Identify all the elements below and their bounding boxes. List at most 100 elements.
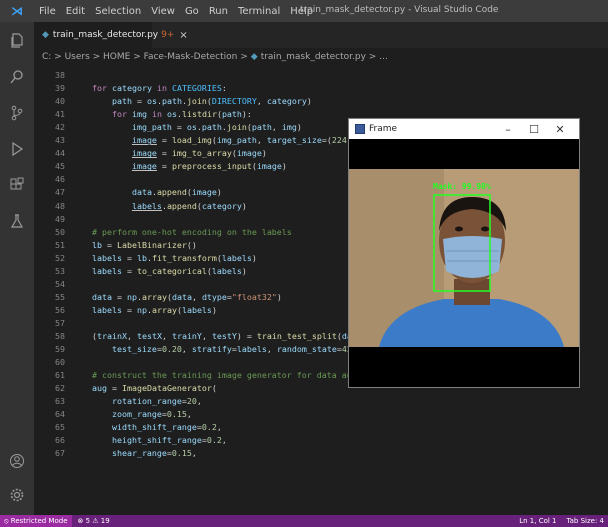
frame-title-bar[interactable]: Frame – ☐ ✕ <box>349 119 579 139</box>
menu-go[interactable]: Go <box>180 6 204 17</box>
code-text: image = img_to_array(image) <box>72 147 267 160</box>
problems-indicator[interactable]: ⊗ 5 ⚠ 19 <box>78 517 110 525</box>
restricted-mode-indicator[interactable]: ⦸ Restricted Mode <box>0 515 72 527</box>
line-number: 52 <box>55 252 65 263</box>
code-token: , <box>256 135 267 146</box>
menu-file[interactable]: File <box>34 6 61 17</box>
code-token: np <box>126 291 137 302</box>
code-token: path <box>201 122 222 133</box>
code-token: = <box>156 161 172 172</box>
code-line[interactable]: 39 for category in CATEGORIES: <box>34 82 608 95</box>
testing-flask-icon[interactable] <box>0 206 34 236</box>
code-text: test_size=0.20, stratify=labels, random_… <box>72 343 357 356</box>
account-icon[interactable] <box>0 446 34 476</box>
code-line[interactable]: 64 zoom_range=0.15, <box>34 408 608 421</box>
code-text: lb = LabelBinarizer() <box>72 239 197 252</box>
minimize-icon[interactable]: – <box>495 123 521 136</box>
code-token: os <box>166 109 177 120</box>
menu-edit[interactable]: Edit <box>61 6 90 17</box>
code-text: image = load_img(img_path, target_size=(… <box>72 134 382 147</box>
code-token: : <box>221 83 227 94</box>
code-token: os <box>186 122 197 133</box>
code-line[interactable]: 38 <box>34 69 608 82</box>
source-control-icon[interactable] <box>0 98 34 128</box>
code-token: for <box>91 83 107 94</box>
menu-view[interactable]: View <box>146 6 180 17</box>
code-token: labels <box>91 304 122 315</box>
cursor-position[interactable]: Ln 1, Col 1 <box>519 517 556 525</box>
menu-selection[interactable]: Selection <box>90 6 146 17</box>
tab-close-icon[interactable]: × <box>179 30 187 41</box>
code-text: shear_range=0.15, <box>72 447 197 460</box>
run-debug-icon[interactable] <box>0 134 34 164</box>
tab-train-mask-detector[interactable]: ◆ train_mask_detector.py 9+ × <box>34 22 188 48</box>
code-token: stratify <box>191 344 232 355</box>
code-token: target_size <box>266 135 322 146</box>
line-number: 64 <box>55 409 65 420</box>
code-line[interactable]: 63 rotation_range=20, <box>34 395 608 408</box>
frame-window[interactable]: Frame – ☐ ✕ Mask: 99.98% <box>348 118 580 388</box>
explorer-icon[interactable] <box>0 26 34 56</box>
line-number: 62 <box>55 383 65 394</box>
code-line[interactable]: 67 shear_range=0.15, <box>34 447 608 460</box>
code-text: for img in os.listdir(path): <box>72 108 252 121</box>
code-text: # perform one-hot encoding on the labels <box>72 226 292 239</box>
code-token: ) <box>296 122 302 133</box>
code-token: ): <box>241 109 252 120</box>
code-token: 0.2 <box>201 422 217 433</box>
line-number: 63 <box>55 396 65 407</box>
code-token: img <box>131 109 147 120</box>
code-line[interactable]: 40 path = os.path.join(DIRECTORY, catego… <box>34 95 608 108</box>
line-number: 57 <box>55 317 65 328</box>
code-token: ) <box>276 291 282 302</box>
code-token: aug <box>91 383 107 394</box>
settings-gear-icon[interactable] <box>0 480 34 510</box>
code-token: img_path <box>131 122 172 133</box>
code-token: fit_transform <box>151 252 217 263</box>
code-token: image <box>256 161 282 172</box>
extensions-icon[interactable] <box>0 170 34 200</box>
breadcrumb-path[interactable]: C: > Users > HOME > Face-Mask-Detection … <box>42 52 248 62</box>
code-token: join <box>226 122 247 133</box>
maximize-icon[interactable]: ☐ <box>521 123 547 136</box>
code-token: img_path <box>216 135 257 146</box>
code-token: ) <box>241 200 247 211</box>
code-token: = <box>111 291 127 302</box>
code-token: CATEGORIES <box>171 83 222 94</box>
breadcrumb-tail[interactable]: ... <box>379 52 388 62</box>
editor-tab-strip: ◆ train_mask_detector.py 9+ × <box>34 22 608 48</box>
code-token: rotation_range <box>111 396 182 407</box>
breadcrumb-file[interactable]: train_mask_detector.py > <box>261 52 377 62</box>
window-title: train_mask_detector.py - Visual Studio C… <box>300 5 499 15</box>
code-token: path <box>161 96 182 107</box>
code-token: = <box>121 304 137 315</box>
code-token: to_categorical <box>136 265 207 276</box>
frame-app-icon <box>355 124 365 134</box>
code-token: zoom_range <box>111 409 162 420</box>
line-number: 39 <box>55 83 65 94</box>
line-number: 44 <box>55 148 65 159</box>
webcam-image: Mask: 99.98% <box>349 139 579 387</box>
webcam-frame: Mask: 99.98% <box>349 139 579 387</box>
close-icon[interactable]: ✕ <box>547 123 573 136</box>
search-icon[interactable] <box>0 62 34 92</box>
menu-terminal[interactable]: Terminal <box>233 6 285 17</box>
code-token: lb <box>91 239 102 250</box>
tab-size-indicator[interactable]: Tab Size: 4 <box>567 517 604 525</box>
menu-run[interactable]: Run <box>204 6 233 17</box>
code-token: image <box>191 187 217 198</box>
code-line[interactable]: 66 height_shift_range=0.2, <box>34 434 608 447</box>
code-token: data <box>91 291 112 302</box>
line-number: 38 <box>55 70 65 80</box>
line-number: 40 <box>55 96 65 107</box>
code-line[interactable]: 65 width_shift_range=0.2, <box>34 421 608 434</box>
